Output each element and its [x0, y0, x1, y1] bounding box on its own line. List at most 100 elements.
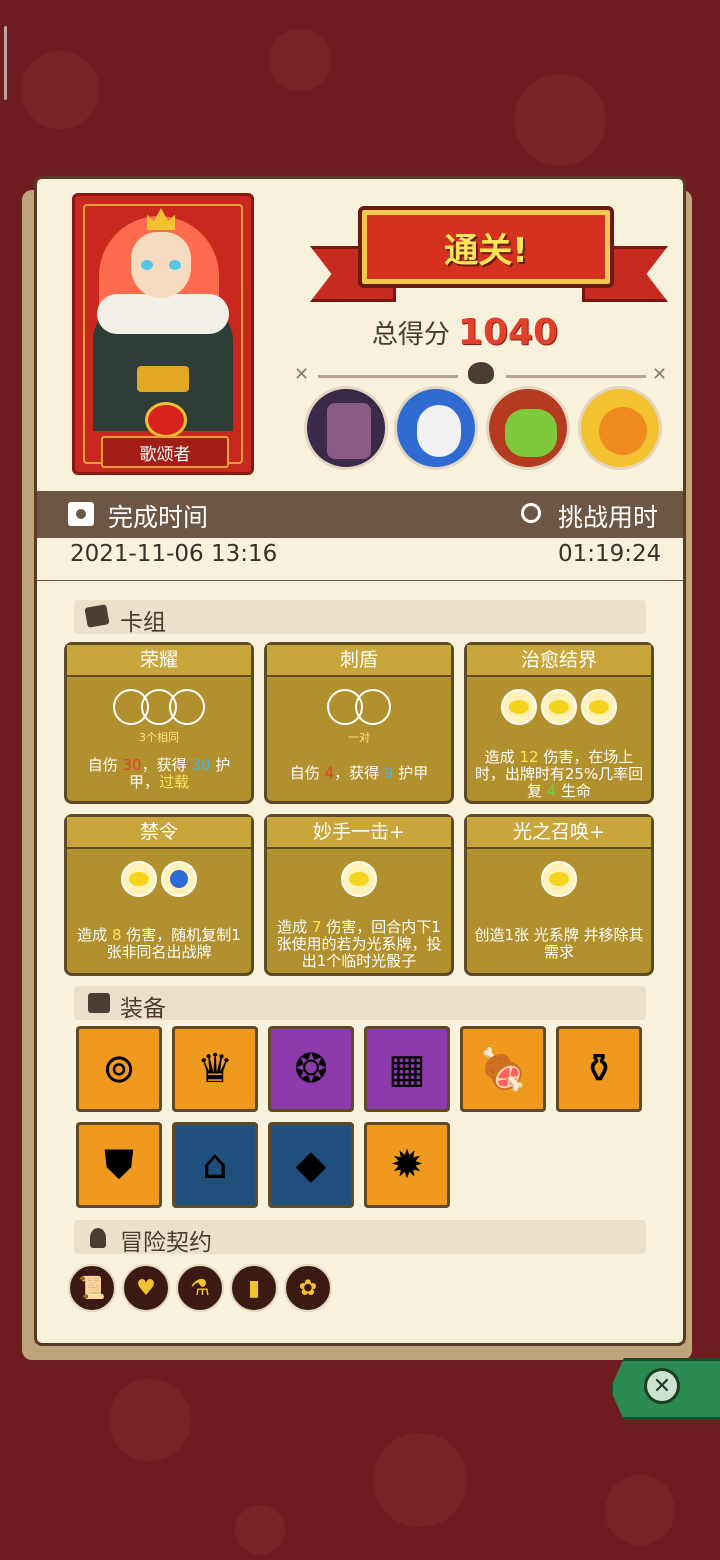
- duration-label: 挑战用时: [558, 503, 659, 532]
- war-horn-icon: ⌂: [202, 1142, 228, 1188]
- heal-value: 4: [546, 782, 557, 800]
- card-description: 造成 12 伤害，在场上时，出牌时有25%几率回复 4 生命: [474, 748, 644, 800]
- crossed-swords-right-icon: ✕: [652, 364, 668, 385]
- equipment-slot-amulet-icon[interactable]: ❂: [268, 1026, 354, 1112]
- dice-slot-empty: [169, 689, 205, 725]
- hero-eye-right: [169, 260, 181, 270]
- boss-green-goblin-icon[interactable]: [486, 386, 570, 470]
- hero-fur: [97, 294, 229, 334]
- light-dice-icon: [581, 689, 617, 725]
- equipment-slot-fire-gem-icon[interactable]: ✹: [364, 1122, 450, 1208]
- dice-requirement: 一对: [348, 731, 370, 744]
- stopwatch-icon: [521, 503, 541, 523]
- victory-title: 通关!: [444, 230, 528, 271]
- dice-slots: [467, 689, 651, 725]
- card-description: 自伤 4，获得 9 护甲: [289, 764, 429, 782]
- card-glory[interactable]: 荣耀 3个相同 自伤 30，获得 30 护甲，过载: [64, 642, 254, 804]
- calendar-film-icon: [68, 502, 94, 526]
- damage-value: 7: [311, 918, 322, 936]
- card-title: 妙手一击+: [267, 817, 451, 849]
- card-title: 治愈结界: [467, 645, 651, 677]
- equipment-slot-rune-disc-icon[interactable]: ⊚: [76, 1026, 162, 1112]
- card-title: 禁令: [67, 817, 251, 849]
- potion-contract-icon[interactable]: ⚗: [176, 1264, 224, 1312]
- contracts-title: 冒险契约: [120, 1230, 212, 1256]
- box-icon: [88, 993, 110, 1013]
- gold-bars-icon: ▦: [388, 1046, 426, 1092]
- card-description: 造成 8 伤害，随机复制1张非同名出战牌: [77, 926, 241, 961]
- deck-title: 卡组: [120, 610, 166, 636]
- armor-value: 9: [383, 764, 394, 782]
- light-dice-icon: [541, 861, 577, 897]
- card-healing-barrier[interactable]: 治愈结界 造成 12 伤害，在场上时，出牌时有25%几率回复 4 生命: [464, 642, 654, 804]
- dice-slots: [267, 861, 451, 897]
- blue-dice-icon: [161, 861, 197, 897]
- dice-slot-empty: [355, 689, 391, 725]
- ice-shield-icon: ⛊: [104, 1142, 134, 1188]
- light-dice-icon: [121, 861, 157, 897]
- card-thorn-shield[interactable]: 刺盾 一对 自伤 4，获得 9 护甲: [264, 642, 454, 804]
- armor-value: 30: [191, 756, 211, 774]
- scroll-contract-icon[interactable]: 📜: [68, 1264, 116, 1312]
- dice-slots: [67, 689, 251, 725]
- crystal-icon: ◆: [295, 1142, 327, 1188]
- dice-slots: [67, 861, 251, 897]
- card-title: 荣耀: [67, 645, 251, 677]
- equipment-slot-ice-shield-icon[interactable]: ⛊: [76, 1122, 162, 1208]
- score-row: 总得分 1040: [300, 310, 630, 354]
- light-dice-icon: [341, 861, 377, 897]
- heart-damage-value: 30: [122, 756, 142, 774]
- vine-contract-icon[interactable]: ✿: [284, 1264, 332, 1312]
- equipment-slot-golden-crown-icon[interactable]: ♛: [172, 1026, 258, 1112]
- card-skillful-strike[interactable]: 妙手一击+ 造成 7 伤害，回合内下1张使用的若为光系牌，投出1个临时光骰子: [264, 814, 454, 976]
- crossed-swords-left-icon: ✕: [294, 364, 310, 385]
- equipment-title: 装备: [120, 996, 166, 1022]
- dice-slots: [467, 861, 651, 897]
- fire-gem-icon: ✹: [390, 1142, 424, 1188]
- boss-blue-mask-icon[interactable]: [394, 386, 478, 470]
- boss-sun-pumpkin-icon[interactable]: [578, 386, 662, 470]
- broken-heart-contract-icon[interactable]: ♥: [122, 1264, 170, 1312]
- equipment-slot-vase-icon[interactable]: ⚱: [556, 1026, 642, 1112]
- hero-eye-left: [141, 260, 153, 270]
- finish-time-value: 2021-11-06 13:16: [70, 541, 278, 567]
- skull-icon: [468, 362, 494, 384]
- damage-value: 8: [111, 926, 122, 944]
- rune-disc-icon: ⊚: [102, 1046, 136, 1092]
- card-light-summon[interactable]: 光之召唤+ 创造1张 光系牌 并移除其需求: [464, 814, 654, 976]
- equipment-slot-war-horn-icon[interactable]: ⌂: [172, 1122, 258, 1208]
- hero-portrait: 歌颂者: [72, 193, 254, 475]
- hero-name: 歌颂者: [101, 436, 229, 468]
- duration-value: 01:19:24: [558, 541, 662, 567]
- finish-time-label: 完成时间: [108, 503, 209, 532]
- score-label: 总得分: [371, 319, 450, 350]
- equipment-slot-ham-icon[interactable]: 🍖: [460, 1026, 546, 1112]
- card-description: 创造1张 光系牌 并移除其需求: [474, 926, 644, 961]
- card-description: 自伤 30，获得 30 护甲，过载: [87, 756, 231, 791]
- hero-face: [131, 232, 191, 298]
- heart-damage-value: 4: [324, 764, 335, 782]
- scroll-indicator: [4, 26, 7, 100]
- divider-right: [506, 375, 646, 378]
- damage-value: 12: [519, 748, 539, 766]
- boss-stone-golem-icon[interactable]: [304, 386, 388, 470]
- equipment-slot-gold-bars-icon[interactable]: ▦: [364, 1026, 450, 1112]
- victory-ribbon: 通关!: [358, 206, 614, 288]
- close-icon[interactable]: ✕: [644, 1368, 680, 1404]
- score-value: 1040: [457, 311, 559, 353]
- person-icon: [90, 1228, 106, 1248]
- card-ban[interactable]: 禁令 造成 8 伤害，随机复制1张非同名出战牌: [64, 814, 254, 976]
- card-title: 刺盾: [267, 645, 451, 677]
- divider-left: [318, 375, 458, 378]
- light-dice-icon: [541, 689, 577, 725]
- hero-belt: [137, 366, 189, 392]
- equipment-slot-crystal-icon[interactable]: ◆: [268, 1122, 354, 1208]
- ham-icon: 🍖: [478, 1046, 528, 1093]
- card-description: 造成 7 伤害，回合内下1张使用的若为光系牌，投出1个临时光骰子: [276, 918, 442, 970]
- dynamite-contract-icon[interactable]: ▮: [230, 1264, 278, 1312]
- card-title: 光之召唤+: [467, 817, 651, 849]
- dice-requirement: 3个相同: [139, 731, 179, 744]
- hero-emblem-icon: [145, 402, 187, 438]
- cards-icon: [84, 604, 110, 628]
- light-dice-icon: [501, 689, 537, 725]
